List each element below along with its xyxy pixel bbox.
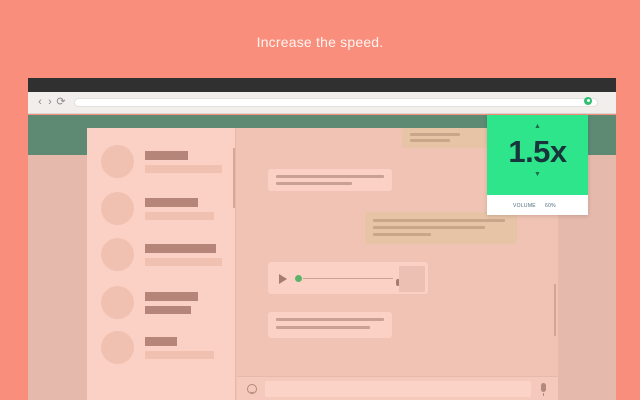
chevron-up-icon[interactable]: ▲ xyxy=(534,123,541,130)
avatar xyxy=(101,192,134,225)
avatar xyxy=(101,238,134,271)
browser-titlebar xyxy=(28,78,616,92)
chat-list xyxy=(87,128,236,400)
last-message-placeholder xyxy=(145,212,214,220)
last-message-placeholder xyxy=(145,258,222,266)
webpage: ▲ 1.5x ▼ VOLUME 60% xyxy=(28,115,616,400)
contact-name-placeholder xyxy=(145,292,198,301)
avatar xyxy=(101,331,134,364)
volume-row[interactable]: VOLUME 60% xyxy=(487,195,588,215)
chat-list-item[interactable] xyxy=(101,145,231,181)
incoming-message-bubble xyxy=(268,312,392,338)
chat-list-item[interactable] xyxy=(101,286,231,322)
audio-message-bubble xyxy=(268,262,428,294)
incoming-message-bubble xyxy=(268,169,392,191)
avatar xyxy=(101,145,134,178)
last-message-placeholder xyxy=(145,165,222,173)
microphone-icon[interactable] xyxy=(541,383,546,396)
outgoing-message-bubble xyxy=(365,212,517,244)
message-input-bar xyxy=(237,376,558,400)
conversation-scrollbar[interactable] xyxy=(554,284,556,336)
avatar xyxy=(101,286,134,319)
speed-panel: ▲ 1.5x ▼ xyxy=(487,115,588,195)
last-message-placeholder xyxy=(145,351,214,359)
last-message-placeholder xyxy=(145,306,191,314)
chat-list-item[interactable] xyxy=(101,331,231,367)
contact-name-placeholder xyxy=(145,198,198,207)
audio-avatar xyxy=(399,266,425,292)
browser-window: ‹ › ⟳ ▲ 1.5x ▼ VOLUME 60% xyxy=(28,78,616,400)
contact-name-placeholder xyxy=(145,244,216,253)
audio-progress-handle[interactable] xyxy=(295,275,302,282)
browser-toolbar: ‹ › ⟳ xyxy=(28,92,616,114)
contact-name-placeholder xyxy=(145,337,177,346)
contact-name-placeholder xyxy=(145,151,188,160)
chat-list-item[interactable] xyxy=(101,238,231,274)
audio-progress-track[interactable] xyxy=(303,278,393,279)
chevron-down-icon[interactable]: ▼ xyxy=(534,171,541,178)
chat-list-item[interactable] xyxy=(101,192,231,228)
reload-icon[interactable]: ⟳ xyxy=(55,95,67,109)
emoji-icon[interactable] xyxy=(247,384,257,394)
speed-popup: ▲ 1.5x ▼ VOLUME 60% xyxy=(487,115,588,215)
play-icon[interactable] xyxy=(279,274,287,284)
chat-list-scrollbar[interactable] xyxy=(233,148,235,208)
volume-label: VOLUME xyxy=(513,203,536,209)
volume-value: 60% xyxy=(545,203,556,209)
headline: Increase the speed. xyxy=(256,34,384,50)
speed-value[interactable]: 1.5x xyxy=(487,134,588,170)
outgoing-message-bubble xyxy=(402,128,488,148)
message-input[interactable] xyxy=(265,381,531,397)
address-bar[interactable] xyxy=(74,98,598,107)
speed-extension-icon[interactable] xyxy=(584,97,592,105)
